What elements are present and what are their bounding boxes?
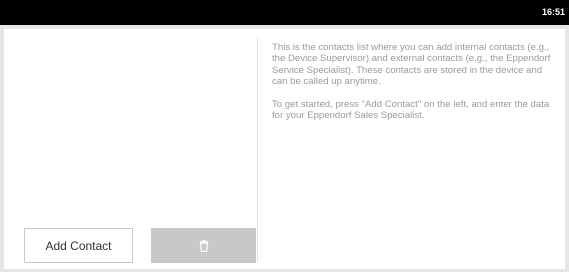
info-text: This is the contacts list where you can … [272,42,557,132]
trash-icon [199,239,208,252]
delete-contact-button[interactable] [151,228,256,263]
contacts-panel: Add Contact [12,37,258,263]
contacts-list[interactable] [12,37,257,217]
status-time: 16:51 [541,7,565,17]
add-contact-button[interactable]: Add Contact [24,228,133,263]
status-bar: 16:51 [0,0,569,25]
info-paragraph-2: To get started, press "Add Contact" on t… [272,98,550,122]
contacts-screen: Add Contact This is the contacts list wh… [4,29,565,269]
info-paragraph-1: This is the contacts list where you can … [272,42,551,88]
